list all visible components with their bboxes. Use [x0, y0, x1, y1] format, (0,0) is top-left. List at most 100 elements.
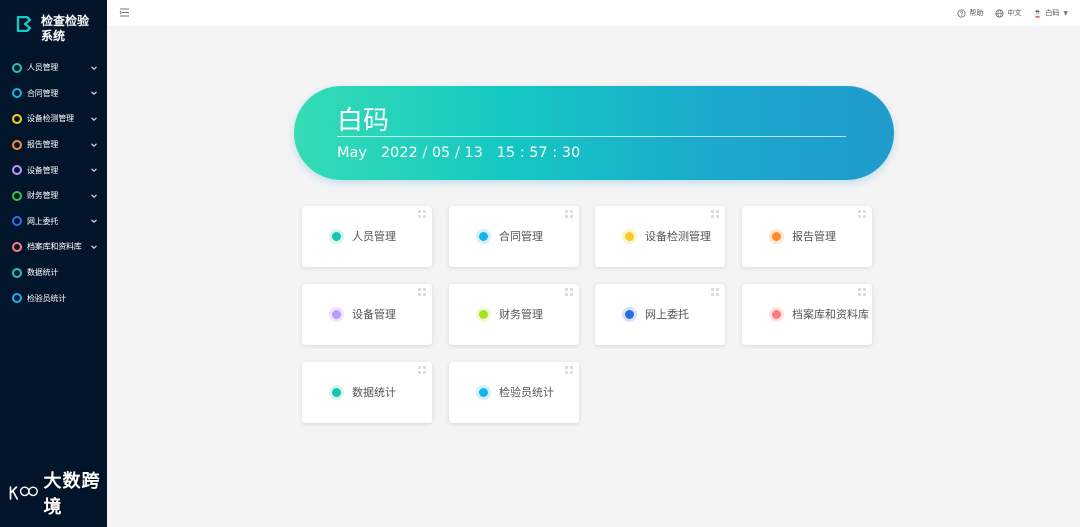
circle-icon [12, 293, 22, 304]
drag-handle-icon[interactable] [565, 210, 574, 219]
circle-icon [12, 165, 22, 176]
drag-handle-icon[interactable] [418, 288, 427, 297]
module-card-label: 合同管理 [499, 230, 543, 243]
sidebar: 检查检验系统 人员管理合同管理 设备检测管理报告管理设备管理财务管理网上委托档案库… [0, 0, 107, 527]
help-link[interactable]: 帮助 [957, 8, 983, 18]
sidebar-item-label: 财务管理 [27, 191, 59, 201]
language-label: 中文 [1007, 9, 1022, 17]
sidebar-item[interactable]: 报告管理 [0, 132, 107, 158]
header-actions: 帮助 中文 白码 ▼ [945, 0, 1068, 26]
module-card[interactable]: 档案库和资料库 [742, 284, 872, 345]
watermark-logo-icon [9, 486, 38, 500]
brand[interactable]: 检查检验系统 [16, 14, 93, 44]
module-card-label: 网上委托 [645, 308, 689, 321]
sidebar-item-label: 档案库和资料库 [27, 242, 82, 252]
dot-icon [622, 307, 637, 322]
banner-divider [337, 136, 846, 137]
sidebar-item-label: 检验员统计 [27, 293, 66, 303]
caret-down-icon: ▼ [1063, 9, 1068, 17]
dot-icon [476, 307, 491, 322]
module-card[interactable]: 设备检测管理 [595, 206, 725, 267]
drag-handle-icon[interactable] [418, 366, 427, 375]
user-name: 白码 [1045, 9, 1060, 17]
dot-icon [329, 385, 344, 400]
sidebar-item-label: 报告管理 [27, 140, 59, 150]
module-card-label: 档案库和资料库 [792, 308, 869, 321]
language-switch[interactable]: 中文 [995, 8, 1021, 18]
sidebar-item[interactable]: 网上委托 [0, 209, 107, 235]
drag-handle-icon[interactable] [858, 210, 867, 219]
app-logo-icon [16, 16, 32, 32]
module-card-label: 报告管理 [792, 230, 836, 243]
dot-icon [329, 307, 344, 322]
module-card-label: 设备检测管理 [645, 230, 711, 243]
dot-icon [769, 229, 784, 244]
watermark: 大数跨境 [8, 467, 107, 519]
sidebar-item[interactable]: 数据统计 [0, 260, 107, 286]
module-card-label: 数据统计 [352, 386, 396, 399]
dot-icon [476, 385, 491, 400]
circle-icon [12, 216, 22, 227]
drag-handle-icon[interactable] [565, 366, 574, 375]
app-title: 检查检验系统 [41, 14, 90, 43]
drag-handle-icon[interactable] [565, 288, 574, 297]
user-menu[interactable]: 白码 ▼ [1033, 8, 1068, 18]
sidebar-item-label: 数据统计 [27, 268, 59, 278]
dot-icon [329, 229, 344, 244]
module-card[interactable]: 合同管理 [449, 206, 579, 267]
banner-month: May [337, 145, 367, 161]
banner-time: 15 : 57 : 30 [496, 145, 581, 161]
help-icon [957, 8, 966, 18]
module-card[interactable]: 报告管理 [742, 206, 872, 267]
welcome-banner: 白码 May 2022 / 05 / 13 15 : 57 : 30 [294, 86, 894, 180]
top-header: 帮助 中文 白码 ▼ [107, 0, 1080, 26]
sidebar-item-label: 网上委托 [27, 216, 59, 226]
chevron-down-icon [91, 219, 97, 224]
menu-toggle-icon[interactable] [119, 7, 130, 18]
circle-icon [12, 139, 22, 150]
module-card-label: 人员管理 [352, 230, 396, 243]
sidebar-item[interactable]: 设备检测管理 [0, 106, 107, 132]
module-card[interactable]: 检验员统计 [449, 362, 579, 423]
chevron-down-icon [91, 168, 97, 173]
module-card[interactable]: 财务管理 [449, 284, 579, 345]
sidebar-item[interactable]: 档案库和资料库 [0, 234, 107, 260]
sidebar-item[interactable]: 设备管理 [0, 157, 107, 183]
chevron-down-icon [91, 142, 97, 147]
module-card[interactable]: 设备管理 [302, 284, 432, 345]
module-card-label: 财务管理 [499, 308, 543, 321]
chevron-down-icon [91, 194, 97, 198]
globe-icon [995, 8, 1004, 18]
dot-icon [476, 229, 491, 244]
sidebar-item-label: 设备管理 [27, 165, 59, 175]
drag-handle-icon[interactable] [711, 210, 720, 219]
module-card[interactable]: 人员管理 [302, 206, 432, 267]
circle-icon [12, 241, 22, 252]
sidebar-item[interactable]: 合同管理 [0, 81, 107, 107]
chevron-down-icon [91, 117, 97, 122]
circle-icon [12, 113, 22, 124]
help-label: 帮助 [969, 9, 984, 17]
circle-icon [12, 62, 22, 73]
dot-icon [769, 307, 784, 322]
sidebar-item-label: 人员管理 [27, 63, 59, 73]
banner-date: 2022 / 05 / 13 [380, 145, 483, 161]
drag-handle-icon[interactable] [711, 288, 720, 297]
drag-handle-icon[interactable] [858, 288, 867, 297]
module-card[interactable]: 网上委托 [595, 284, 725, 345]
sidebar-item[interactable]: 财务管理 [0, 183, 107, 209]
sidebar-item[interactable]: 人员管理 [0, 55, 107, 81]
circle-icon [12, 88, 22, 99]
chevron-down-icon [91, 245, 97, 249]
banner-datetime: May 2022 / 05 / 13 15 : 57 : 30 [337, 145, 580, 161]
module-card-label: 检验员统计 [499, 386, 554, 399]
chevron-down-icon [91, 91, 97, 96]
sidebar-item[interactable]: 检验员统计 [0, 285, 107, 311]
sidebar-menu: 人员管理合同管理 设备检测管理报告管理设备管理财务管理网上委托档案库和资料库 数据统… [0, 55, 107, 311]
circle-icon [12, 267, 22, 278]
user-avatar [1033, 8, 1043, 18]
watermark-text: 大数跨境 [43, 471, 101, 518]
module-card[interactable]: 数据统计 [302, 362, 432, 423]
drag-handle-icon[interactable] [418, 210, 427, 219]
chevron-down-icon [91, 66, 97, 70]
